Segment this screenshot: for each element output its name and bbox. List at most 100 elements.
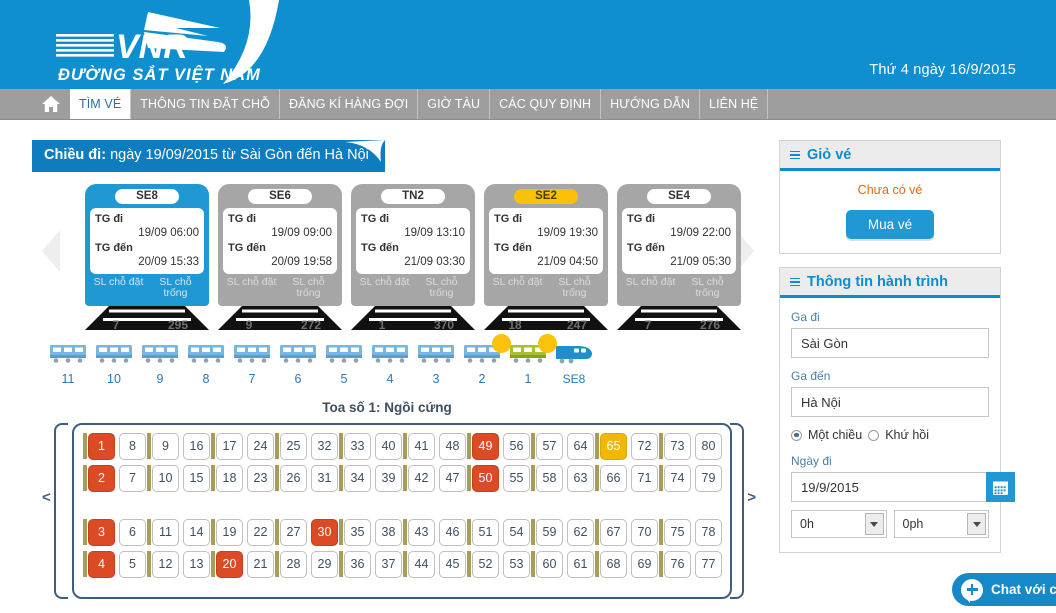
- train-card[interactable]: SE2 TG đi 19/09 19:30 TG đến 21/09 04:50 SL c…: [484, 184, 608, 332]
- seat[interactable]: 7: [119, 464, 146, 492]
- seat[interactable]: 13: [183, 550, 210, 578]
- seat[interactable]: 18: [216, 464, 243, 492]
- seat[interactable]: 14: [183, 518, 210, 546]
- seat[interactable]: 57: [536, 432, 563, 460]
- carriage-item[interactable]: 11: [46, 340, 90, 386]
- seat[interactable]: 4: [88, 550, 115, 578]
- seat[interactable]: 38: [375, 518, 402, 546]
- seat[interactable]: 54: [503, 518, 530, 546]
- chat-widget[interactable]: Chat với ch: [952, 573, 1056, 606]
- seat[interactable]: 58: [536, 464, 563, 492]
- seat[interactable]: 39: [375, 464, 402, 492]
- train-card[interactable]: SE4 TG đi 19/09 22:00 TG đến 21/09 05:30 SL c…: [617, 184, 741, 332]
- seat[interactable]: 21: [247, 550, 274, 578]
- carriage-item[interactable]: 3: [414, 340, 458, 386]
- buy-ticket-button[interactable]: Mua vé: [845, 210, 935, 239]
- seat[interactable]: 12: [152, 550, 179, 578]
- seat[interactable]: 53: [503, 550, 530, 578]
- seat[interactable]: 11: [152, 518, 179, 546]
- round-trip-label[interactable]: Khứ hồi: [885, 428, 929, 442]
- seat[interactable]: 42: [408, 464, 435, 492]
- seat[interactable]: 59: [536, 518, 563, 546]
- seatmap-prev-icon[interactable]: <: [42, 489, 51, 506]
- seat[interactable]: 31: [311, 464, 338, 492]
- carousel-prev-icon[interactable]: [42, 230, 60, 272]
- seat[interactable]: 71: [631, 464, 658, 492]
- seat[interactable]: 30: [311, 518, 338, 546]
- seat[interactable]: 64: [567, 432, 594, 460]
- seat[interactable]: 19: [216, 518, 243, 546]
- seat[interactable]: 61: [567, 550, 594, 578]
- radio-round-trip[interactable]: [868, 429, 880, 441]
- seat[interactable]: 48: [439, 432, 466, 460]
- seat[interactable]: 22: [247, 518, 274, 546]
- seat[interactable]: 75: [664, 518, 691, 546]
- calendar-icon[interactable]: [986, 472, 1015, 502]
- hour-select[interactable]: 0h: [791, 510, 887, 538]
- nav-item-cac-quy-dinh[interactable]: CÁC QUY ĐỊNH: [490, 89, 602, 119]
- seat[interactable]: 69: [631, 550, 658, 578]
- carriage-item[interactable]: 9: [138, 340, 182, 386]
- nav-item-gio-tau[interactable]: GIỜ TÀU: [418, 89, 491, 119]
- seat[interactable]: 32: [311, 432, 338, 460]
- seat[interactable]: 78: [695, 518, 722, 546]
- depart-date-input[interactable]: [791, 472, 986, 502]
- seat[interactable]: 51: [472, 518, 499, 546]
- locomotive-item[interactable]: SE8: [552, 340, 596, 386]
- seat[interactable]: 67: [600, 518, 627, 546]
- seat[interactable]: 52: [472, 550, 499, 578]
- train-card[interactable]: TN2 TG đi 19/09 13:10 TG đến 21/09 03:30 SL c…: [351, 184, 475, 332]
- carriage-item[interactable]: 7: [230, 340, 274, 386]
- seat[interactable]: 77: [695, 550, 722, 578]
- carriage-item[interactable]: 1: [506, 334, 557, 386]
- seat[interactable]: 35: [344, 518, 371, 546]
- carriage-item[interactable]: 5: [322, 340, 366, 386]
- seat[interactable]: 41: [408, 432, 435, 460]
- seat[interactable]: 79: [695, 464, 722, 492]
- seat[interactable]: 25: [280, 432, 307, 460]
- nav-item-huong-dan[interactable]: HƯỚNG DẪN: [601, 89, 701, 119]
- seat[interactable]: 44: [408, 550, 435, 578]
- carriage-item[interactable]: 4: [368, 340, 412, 386]
- seat[interactable]: 26: [280, 464, 307, 492]
- seat[interactable]: 1: [88, 432, 115, 460]
- from-station-input[interactable]: [791, 328, 989, 358]
- seat[interactable]: 63: [567, 464, 594, 492]
- seat[interactable]: 50: [472, 464, 499, 492]
- seat[interactable]: 62: [567, 518, 594, 546]
- seat[interactable]: 56: [503, 432, 530, 460]
- carriage-item[interactable]: 8: [184, 340, 228, 386]
- seat[interactable]: 60: [536, 550, 563, 578]
- seat[interactable]: 47: [439, 464, 466, 492]
- seat[interactable]: 43: [408, 518, 435, 546]
- nav-item-dang-ki-hang-doi[interactable]: ĐĂNG KÍ HÀNG ĐỢI: [280, 89, 419, 119]
- seat[interactable]: 15: [183, 464, 210, 492]
- seat[interactable]: 36: [344, 550, 371, 578]
- seat[interactable]: 5: [119, 550, 146, 578]
- home-icon[interactable]: [32, 89, 70, 119]
- minute-select[interactable]: 0ph: [893, 510, 989, 538]
- seat[interactable]: 6: [119, 518, 146, 546]
- seat[interactable]: 40: [375, 432, 402, 460]
- seat[interactable]: 28: [280, 550, 307, 578]
- seat[interactable]: 3: [88, 518, 115, 546]
- seat[interactable]: 24: [247, 432, 274, 460]
- seat[interactable]: 17: [216, 432, 243, 460]
- seat[interactable]: 49: [472, 432, 499, 460]
- seat[interactable]: 70: [631, 518, 658, 546]
- seat[interactable]: 27: [280, 518, 307, 546]
- seat[interactable]: 66: [600, 464, 627, 492]
- seat[interactable]: 29: [311, 550, 338, 578]
- seat[interactable]: 2: [88, 464, 115, 492]
- carriage-item[interactable]: 10: [92, 340, 136, 386]
- seat[interactable]: 10: [152, 464, 179, 492]
- seat[interactable]: 33: [344, 432, 371, 460]
- train-card[interactable]: SE6 TG đi 19/09 09:00 TG đến 20/09 19:58 SL c…: [218, 184, 342, 332]
- seat[interactable]: 37: [375, 550, 402, 578]
- seat[interactable]: 34: [344, 464, 371, 492]
- seat[interactable]: 9: [152, 432, 179, 460]
- seat[interactable]: 74: [664, 464, 691, 492]
- seat[interactable]: 76: [664, 550, 691, 578]
- nav-item-tim-ve[interactable]: TÌM VÉ: [70, 89, 132, 119]
- to-station-input[interactable]: [791, 387, 989, 417]
